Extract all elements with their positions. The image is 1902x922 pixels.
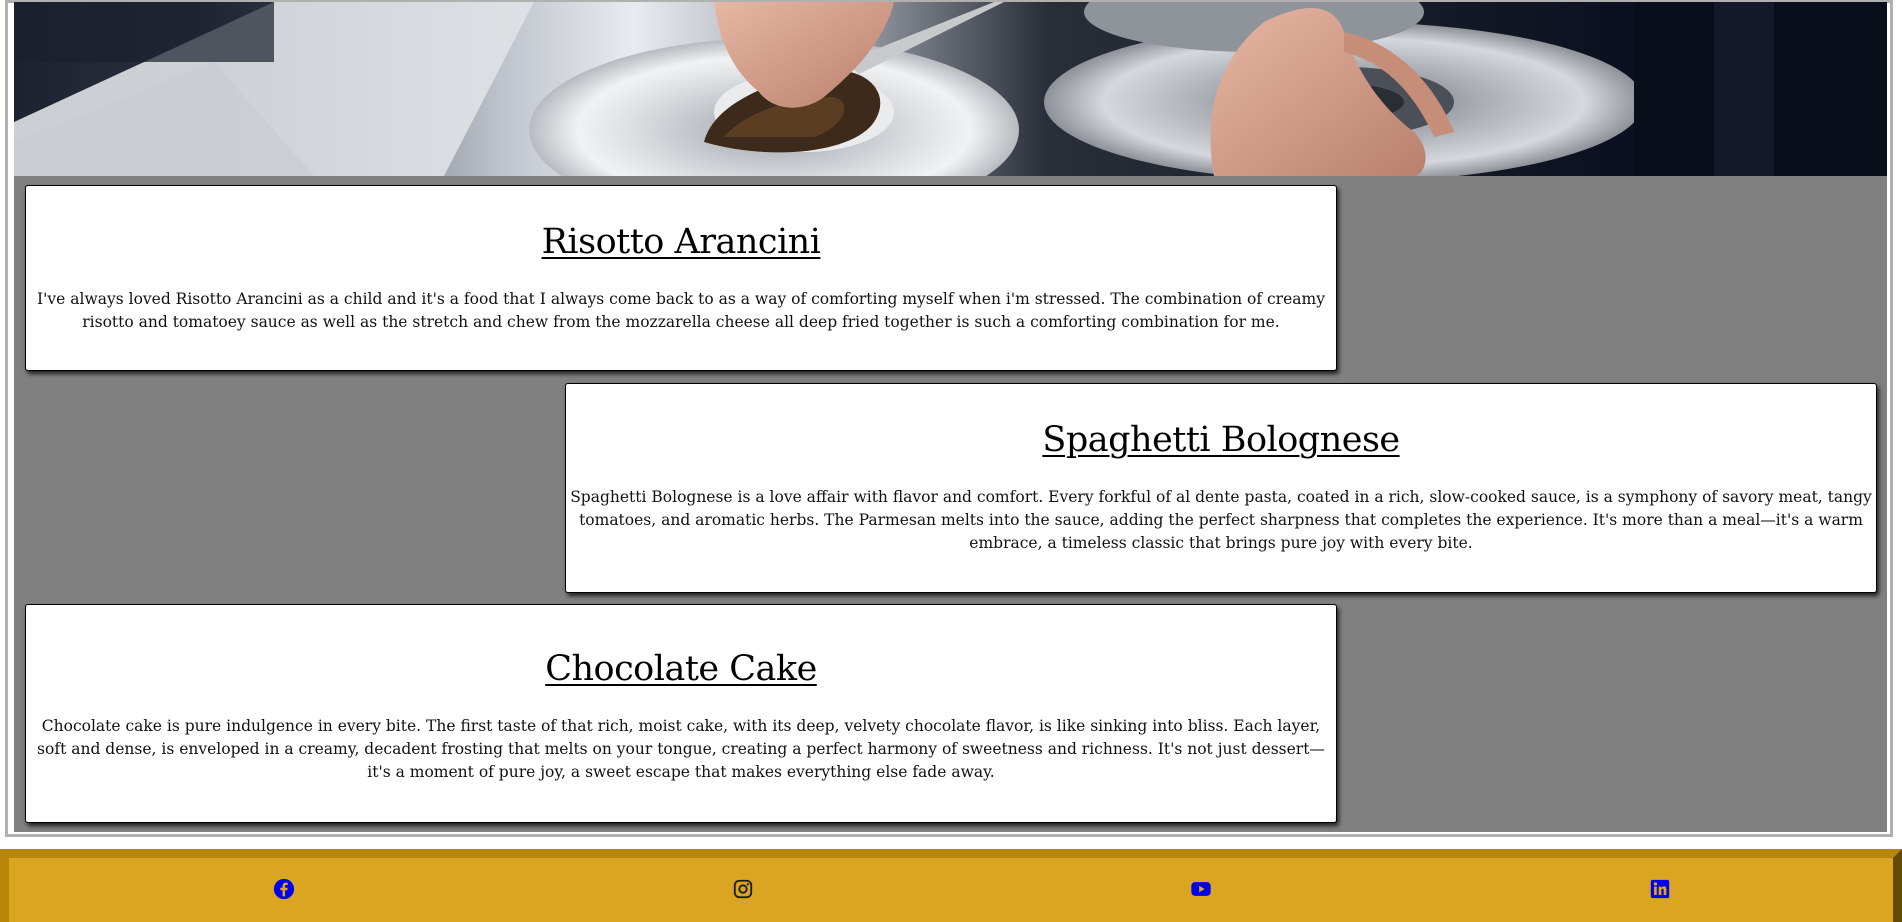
youtube-icon[interactable] — [1190, 878, 1212, 900]
hero-image — [14, 2, 1887, 176]
linkedin-icon[interactable] — [1649, 878, 1671, 900]
instagram-icon[interactable] — [732, 878, 754, 900]
footer — [0, 849, 1902, 922]
footer-social-links — [9, 858, 1893, 922]
recipe-description: Chocolate cake is pure indulgence in eve… — [37, 717, 1325, 781]
hero-image-art — [14, 2, 1887, 176]
recipe-card-spaghetti-bolognese: Spaghetti Bolognese Spaghetti Bolognese … — [565, 383, 1877, 593]
recipe-description: Spaghetti Bolognese is a love affair wit… — [570, 488, 1872, 552]
recipe-card-chocolate-cake: Chocolate Cake Chocolate cake is pure in… — [25, 604, 1337, 823]
main-content: Risotto Arancini I've always loved Risot… — [14, 2, 1887, 832]
recipe-title: Spaghetti Bolognese — [1042, 420, 1400, 460]
linkedin-icon-glyph — [1650, 879, 1670, 899]
recipe-description: I've always loved Risotto Arancini as a … — [37, 290, 1325, 331]
facebook-icon[interactable] — [273, 878, 295, 900]
facebook-icon-glyph — [273, 878, 295, 900]
recipe-card-risotto-arancini: Risotto Arancini I've always loved Risot… — [25, 185, 1337, 371]
youtube-icon-glyph — [1191, 882, 1211, 896]
recipe-title: Chocolate Cake — [545, 649, 817, 689]
instagram-icon-glyph — [733, 879, 753, 899]
recipe-title: Risotto Arancini — [541, 222, 821, 262]
